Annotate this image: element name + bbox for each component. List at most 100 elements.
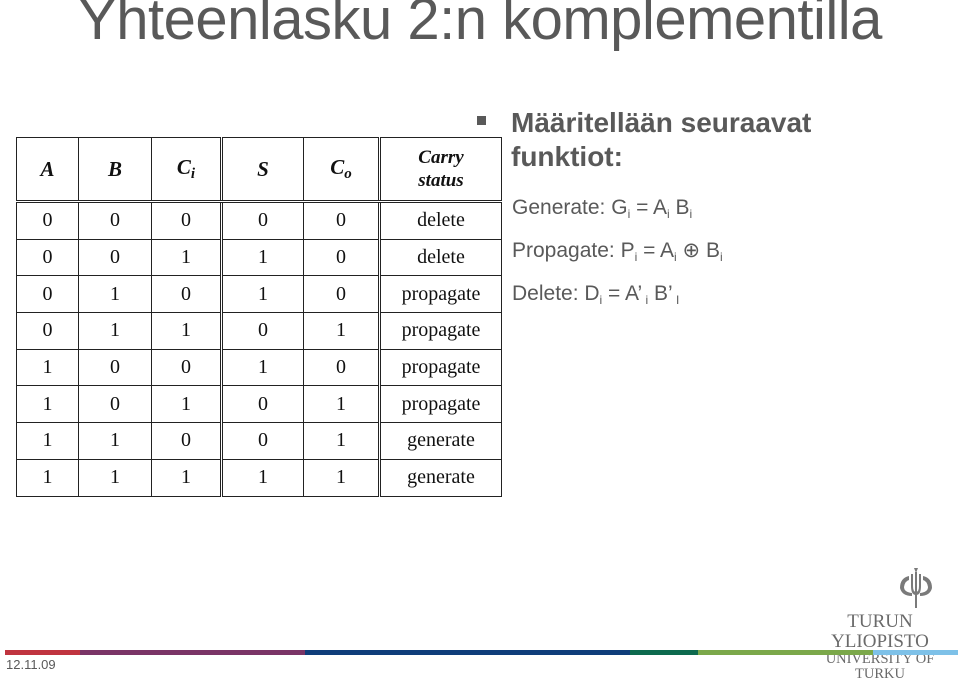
cell-co: 0 <box>303 348 380 387</box>
table-row: 0 0 1 1 0 delete <box>16 238 502 277</box>
logo-line-english: UNIVERSITY OF TURKU <box>825 651 935 682</box>
cell-carry-status: propagate <box>378 312 502 350</box>
table-row: 0 1 1 0 1 propagate <box>16 312 502 350</box>
cell-ci: 1 <box>151 385 222 424</box>
generate-eq: = A <box>630 196 668 219</box>
cell-a: 1 <box>16 422 79 460</box>
cell-s: 1 <box>220 458 304 497</box>
cell-carry-status: propagate <box>378 275 502 314</box>
cell-a: 0 <box>16 238 79 277</box>
color-bar-segment <box>698 650 873 655</box>
cell-co: 1 <box>303 458 380 497</box>
cell-s: 1 <box>220 275 304 314</box>
delete-function: Delete: Di = A’ i B’ I <box>512 282 679 307</box>
cell-co: 1 <box>303 422 380 460</box>
cell-ci: 0 <box>151 275 222 314</box>
header-b: B <box>78 137 152 203</box>
delete-mid: B’ <box>648 282 673 305</box>
cell-b: 0 <box>78 385 152 424</box>
header-co: Co <box>303 137 380 203</box>
carry-status-truth-table: A B Ci S Co Carry status 0 0 0 0 0 delete 0 0 1 1 0… <box>16 137 502 497</box>
cell-carry-status: propagate <box>378 385 502 424</box>
cell-ci: 0 <box>151 348 222 387</box>
cell-s: 0 <box>220 422 304 460</box>
cell-s: 1 <box>220 348 304 387</box>
header-co-label: C <box>330 155 345 179</box>
color-bar-segment <box>873 650 958 655</box>
color-bar-segment <box>5 650 80 655</box>
cell-co: 0 <box>303 201 380 240</box>
cell-co: 0 <box>303 238 380 277</box>
header-b-label: B <box>107 156 122 181</box>
square-bullet-icon <box>477 116 486 125</box>
cell-carry-status: generate <box>378 458 502 497</box>
cell-a: 0 <box>16 312 79 350</box>
table-header-row: A B Ci S Co Carry status <box>16 137 502 203</box>
generate-function: Generate: Gi = Ai Bi <box>512 196 692 221</box>
cell-ci: 0 <box>151 422 222 460</box>
color-bar-segment <box>630 650 698 655</box>
cell-a: 0 <box>16 275 79 314</box>
cell-b: 1 <box>78 312 152 350</box>
table-row: 1 1 1 1 1 generate <box>16 458 502 497</box>
table-row: 0 0 0 0 0 delete <box>16 201 502 240</box>
header-co-sub: o <box>344 166 352 182</box>
cell-a: 1 <box>16 458 79 497</box>
propagate-sub-b: i <box>720 250 723 264</box>
footer-color-bar <box>5 650 958 655</box>
bullet-list: Määritellään seuraavat funktiot: <box>477 106 891 174</box>
cell-co: 0 <box>303 275 380 314</box>
header-ci-sub: i <box>190 166 196 182</box>
table-row: 1 0 0 1 0 propagate <box>16 348 502 387</box>
table-row: 0 1 0 1 0 propagate <box>16 275 502 314</box>
cell-carry-status: delete <box>378 201 502 240</box>
cell-carry-status: propagate <box>378 348 502 387</box>
cell-b: 1 <box>78 422 152 460</box>
propagate-function: Propagate: Pi = Ai ⊕ Bi <box>512 238 723 264</box>
cell-s: 0 <box>220 201 304 240</box>
cell-ci: 1 <box>151 312 222 350</box>
cell-a: 0 <box>16 201 79 240</box>
cell-ci: 1 <box>151 458 222 497</box>
generate-label: Generate: G <box>512 196 628 219</box>
slide-title: Yhteenlasku 2:n komplementilla <box>78 0 882 52</box>
header-ci: Ci <box>151 137 222 203</box>
table-row: 1 1 0 0 1 generate <box>16 422 502 460</box>
color-bar-segment <box>305 650 630 655</box>
cell-ci: 1 <box>151 238 222 277</box>
delete-eq: = A’ <box>602 282 643 305</box>
cell-carry-status: delete <box>378 238 502 277</box>
header-a: A <box>16 137 79 203</box>
cell-b: 0 <box>78 238 152 277</box>
header-s-label: S <box>257 156 269 181</box>
cell-s: 0 <box>220 385 304 424</box>
cell-a: 1 <box>16 348 79 387</box>
cell-s: 1 <box>220 238 304 277</box>
header-ci-label: C <box>176 155 191 179</box>
propagate-eq: = A <box>637 239 675 262</box>
bullet-item: Määritellään seuraavat funktiot: <box>477 106 891 174</box>
cell-s: 0 <box>220 312 304 350</box>
university-emblem-icon <box>900 568 932 608</box>
cell-b: 1 <box>78 275 152 314</box>
header-carry-label: Carry <box>418 147 464 168</box>
header-status-label: status <box>418 170 464 191</box>
generate-sub-b: i <box>689 207 693 221</box>
cell-co: 1 <box>303 312 380 350</box>
color-bar-segment <box>80 650 305 655</box>
cell-b: 1 <box>78 458 152 497</box>
propagate-label: Propagate: P <box>512 239 635 262</box>
slide-date: 12.11.09 <box>6 657 56 672</box>
delete-label: Delete: D <box>512 282 600 305</box>
propagate-mid: ⊕ B <box>676 239 720 262</box>
cell-b: 0 <box>78 348 152 387</box>
delete-sub-b: I <box>672 293 680 307</box>
generate-mid: B <box>669 196 690 219</box>
cell-b: 0 <box>78 201 152 240</box>
header-s: S <box>220 137 304 203</box>
bullet-text: Määritellään seuraavat funktiot: <box>511 107 812 172</box>
cell-a: 1 <box>16 385 79 424</box>
cell-carry-status: generate <box>378 422 502 460</box>
table-row: 1 0 1 0 1 propagate <box>16 385 502 424</box>
header-a-label: A <box>40 156 55 181</box>
